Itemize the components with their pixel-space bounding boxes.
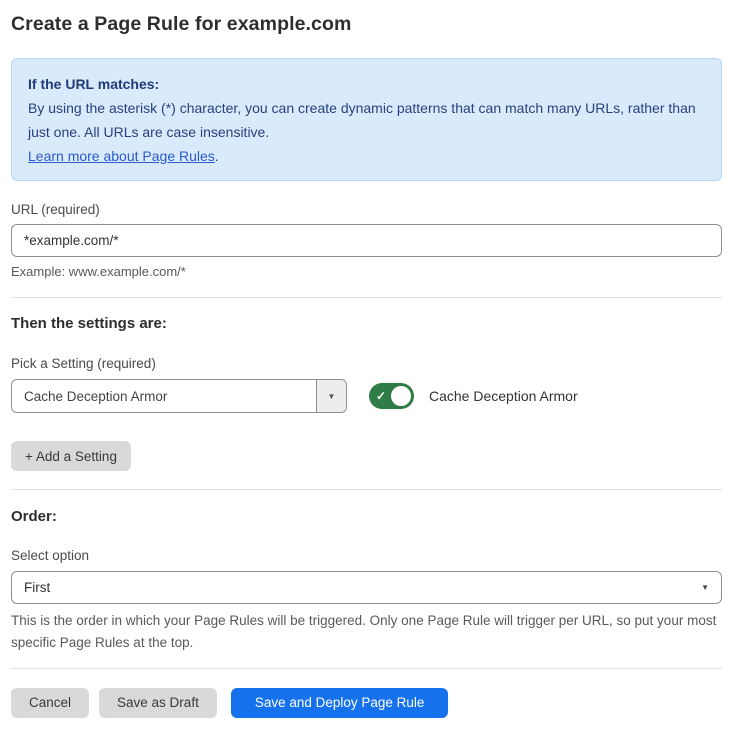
url-input[interactable] [11,224,722,257]
check-icon: ✓ [376,389,386,403]
info-box-body: By using the asterisk (*) character, you… [28,96,705,168]
url-match-info-box: If the URL matches: By using the asteris… [11,58,722,181]
setting-toggle-label: Cache Deception Armor [429,388,578,404]
toggle-knob [389,384,413,408]
settings-section-heading: Then the settings are: [11,315,722,332]
chevron-down-icon[interactable]: ▼ [316,380,346,412]
order-helper-text: This is the order in which your Page Rul… [11,610,722,653]
learn-more-link[interactable]: Learn more about Page Rules [28,148,215,164]
url-field-label: URL (required) [11,202,722,217]
url-example-helper: Example: www.example.com/* [11,264,722,279]
setting-select-value: Cache Deception Armor [12,380,316,412]
action-buttons-row: Cancel Save as Draft Save and Deploy Pag… [11,688,722,718]
info-box-body-text: By using the asterisk (*) character, you… [28,100,696,140]
save-as-draft-button[interactable]: Save as Draft [99,688,217,718]
create-page-rule-panel: Create a Page Rule for example.com If th… [0,0,750,734]
divider [11,297,722,298]
add-setting-button[interactable]: + Add a Setting [11,441,131,471]
info-box-heading: If the URL matches: [28,72,705,96]
setting-row: Cache Deception Armor ▼ ✓ Cache Deceptio… [11,379,722,413]
page-title: Create a Page Rule for example.com [11,13,722,36]
pick-setting-label: Pick a Setting (required) [11,356,722,371]
chevron-down-icon: ▼ [701,583,709,592]
order-select-label: Select option [11,548,722,563]
order-select[interactable]: First ▼ [11,571,722,604]
link-suffix: . [215,148,219,164]
divider [11,668,722,669]
divider [11,489,722,490]
cancel-button[interactable]: Cancel [11,688,89,718]
order-section-heading: Order: [11,508,722,525]
setting-select[interactable]: Cache Deception Armor ▼ [11,379,347,413]
order-select-value: First [24,580,701,595]
setting-toggle[interactable]: ✓ [369,383,414,409]
save-and-deploy-button[interactable]: Save and Deploy Page Rule [231,688,449,718]
